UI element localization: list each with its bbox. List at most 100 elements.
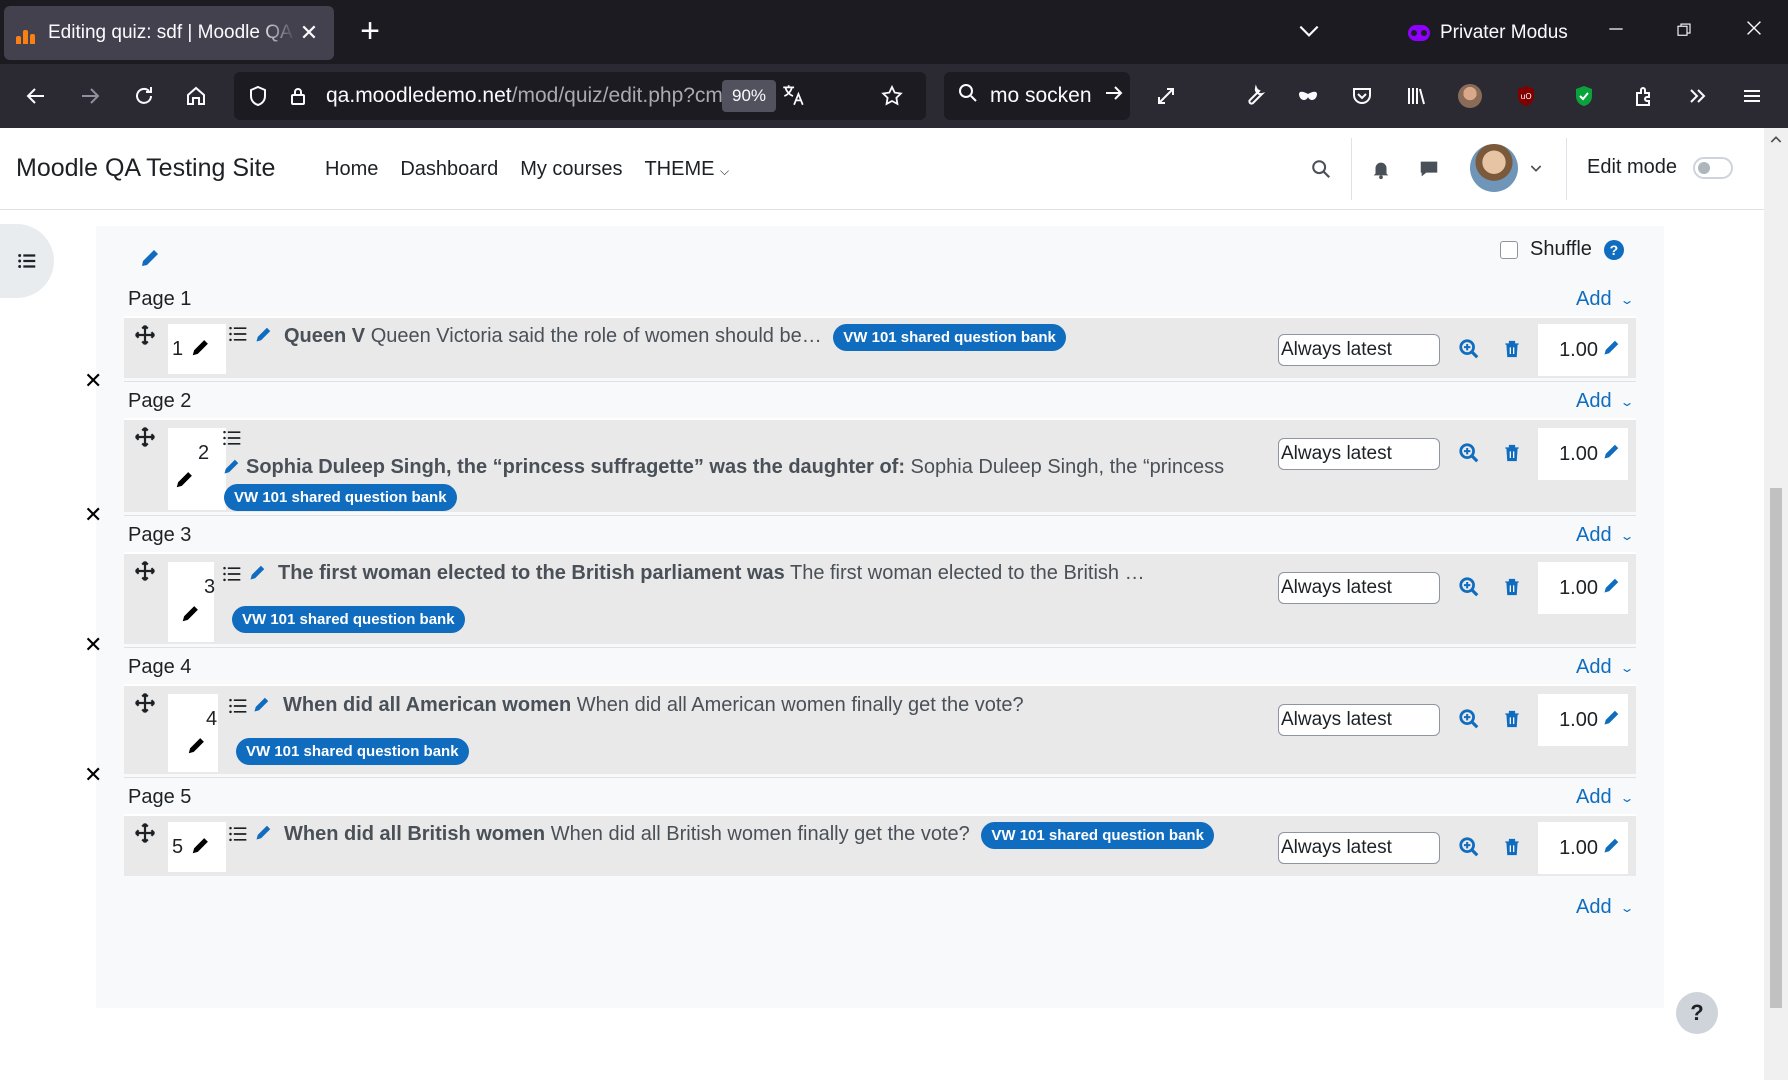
max-mark[interactable]: 1.00 bbox=[1538, 694, 1628, 746]
pencil-icon[interactable] bbox=[1602, 575, 1622, 601]
browser-tab[interactable]: Editing quiz: sdf | Moodle QA Testing Si… bbox=[4, 6, 334, 60]
pencil-icon[interactable] bbox=[254, 324, 274, 349]
mask-icon[interactable] bbox=[1290, 78, 1326, 114]
minimize-button[interactable] bbox=[1596, 14, 1636, 50]
max-mark[interactable]: 1.00 bbox=[1538, 324, 1628, 376]
back-icon[interactable] bbox=[18, 78, 54, 114]
chat-icon[interactable] bbox=[1418, 158, 1440, 185]
move-icon[interactable] bbox=[134, 692, 156, 719]
close-window-button[interactable] bbox=[1734, 14, 1774, 50]
magnifier-plus-icon[interactable] bbox=[1458, 338, 1480, 365]
avatar[interactable] bbox=[1470, 144, 1518, 192]
pencil-icon[interactable] bbox=[138, 246, 162, 275]
magnifier-plus-icon[interactable] bbox=[1458, 836, 1480, 863]
pencil-icon[interactable] bbox=[1602, 337, 1622, 363]
tabs-dropdown-icon[interactable] bbox=[1296, 18, 1324, 46]
shield-icon[interactable] bbox=[246, 84, 270, 114]
add-menu[interactable]: Add ⌄ bbox=[1576, 524, 1634, 547]
url-bar[interactable]: qa.moodledemo.net/mod/quiz/edit.php?cmid… bbox=[234, 72, 926, 120]
arrow-right-icon[interactable] bbox=[1102, 81, 1126, 111]
overflow-icon[interactable] bbox=[1680, 78, 1716, 114]
remove-page-break-icon[interactable]: ✕ bbox=[84, 762, 102, 788]
max-mark[interactable]: 1.00 bbox=[1538, 428, 1628, 480]
pocket-icon[interactable] bbox=[1344, 78, 1380, 114]
shield-green-icon[interactable] bbox=[1566, 78, 1602, 114]
move-icon[interactable] bbox=[134, 822, 156, 849]
question-text[interactable]: When did all British women When did all … bbox=[284, 822, 1214, 849]
url-text[interactable]: qa.moodledemo.net/mod/quiz/edit.php?cmid… bbox=[326, 84, 766, 108]
pencil-icon[interactable] bbox=[222, 456, 242, 481]
move-icon[interactable] bbox=[134, 324, 156, 351]
max-mark[interactable]: 1.00 bbox=[1538, 562, 1628, 614]
nav-my-courses[interactable]: My courses bbox=[520, 158, 622, 181]
search-bar[interactable]: mo socken bbox=[944, 72, 1130, 120]
add-menu[interactable]: Add ⌄ bbox=[1576, 390, 1634, 413]
trash-icon[interactable] bbox=[1502, 576, 1522, 603]
trash-icon[interactable] bbox=[1502, 338, 1522, 365]
trash-icon[interactable] bbox=[1502, 836, 1522, 863]
magnifier-plus-icon[interactable] bbox=[1458, 708, 1480, 735]
new-tab-button[interactable]: + bbox=[352, 14, 388, 50]
version-select[interactable]: Always latest bbox=[1278, 832, 1440, 864]
zoom-indicator[interactable]: 90% bbox=[722, 80, 777, 112]
edit-mode-switch[interactable]: Edit mode bbox=[1587, 156, 1734, 179]
trash-icon[interactable] bbox=[1502, 442, 1522, 469]
question-text[interactable]: When did all American women When did all… bbox=[283, 694, 1024, 717]
reload-icon[interactable] bbox=[126, 78, 162, 114]
pencil-icon[interactable] bbox=[180, 602, 202, 630]
nav-home[interactable]: Home bbox=[325, 158, 378, 181]
magnifier-plus-icon[interactable] bbox=[1458, 442, 1480, 469]
page-scrollbar[interactable] bbox=[1764, 128, 1788, 1080]
pencil-icon[interactable] bbox=[190, 336, 212, 364]
forward-icon[interactable] bbox=[72, 78, 108, 114]
pencil-icon[interactable] bbox=[190, 834, 212, 862]
restore-button[interactable] bbox=[1664, 14, 1704, 50]
move-icon[interactable] bbox=[134, 426, 156, 453]
version-select[interactable]: Always latest bbox=[1278, 438, 1440, 470]
add-menu[interactable]: Add ⌄ bbox=[1576, 896, 1634, 919]
pencil-icon[interactable] bbox=[248, 562, 268, 587]
help-button[interactable]: ? bbox=[1676, 992, 1718, 1034]
scroll-up-icon[interactable] bbox=[1768, 132, 1784, 153]
pencil-icon[interactable] bbox=[1602, 441, 1622, 467]
tab-close-icon[interactable]: ✕ bbox=[296, 20, 322, 46]
remove-page-break-icon[interactable]: ✕ bbox=[84, 502, 102, 528]
remove-page-break-icon[interactable]: ✕ bbox=[84, 368, 102, 394]
chevron-down-icon[interactable] bbox=[1528, 160, 1544, 181]
magnifier-plus-icon[interactable] bbox=[1458, 576, 1480, 603]
version-select[interactable]: Always latest bbox=[1278, 572, 1440, 604]
add-menu[interactable]: Add ⌄ bbox=[1576, 786, 1634, 809]
add-menu[interactable]: Add ⌄ bbox=[1576, 656, 1634, 679]
course-index-toggle[interactable] bbox=[0, 224, 54, 298]
pencil-icon[interactable] bbox=[254, 822, 274, 847]
nav-theme[interactable]: THEME ⌵ bbox=[644, 158, 729, 181]
max-mark[interactable]: 1.00 bbox=[1538, 822, 1628, 874]
home-icon[interactable] bbox=[178, 78, 214, 114]
question-text[interactable]: Sophia Duleep Singh, the “princess suffr… bbox=[246, 456, 1266, 479]
expand-icon[interactable] bbox=[1148, 78, 1184, 114]
help-icon[interactable]: ? bbox=[1603, 239, 1624, 260]
shuffle-checkbox[interactable] bbox=[1500, 240, 1518, 259]
ublock-icon[interactable]: uO bbox=[1508, 78, 1544, 114]
pencil-icon[interactable] bbox=[1602, 707, 1622, 733]
library-icon[interactable] bbox=[1398, 78, 1434, 114]
pencil-icon[interactable] bbox=[174, 468, 196, 496]
translate-icon[interactable] bbox=[780, 82, 806, 114]
star-icon[interactable] bbox=[880, 84, 904, 114]
site-name[interactable]: Moodle QA Testing Site bbox=[16, 154, 275, 183]
pencil-icon[interactable] bbox=[186, 734, 208, 762]
question-text[interactable]: Queen V Queen Victoria said the role of … bbox=[284, 324, 1066, 351]
remove-page-break-icon[interactable]: ✕ bbox=[84, 632, 102, 658]
version-select[interactable]: Always latest bbox=[1278, 704, 1440, 736]
pencil-icon[interactable] bbox=[1602, 835, 1622, 861]
pencil-icon[interactable] bbox=[252, 694, 272, 719]
bell-icon[interactable] bbox=[1370, 158, 1392, 185]
menu-icon[interactable] bbox=[1734, 78, 1770, 114]
edit-mode-toggle[interactable] bbox=[1693, 156, 1734, 179]
nav-dashboard[interactable]: Dashboard bbox=[400, 158, 498, 181]
wrench-icon[interactable] bbox=[1236, 78, 1272, 114]
move-icon[interactable] bbox=[134, 560, 156, 587]
profile-icon[interactable] bbox=[1452, 78, 1488, 114]
version-select[interactable]: Always latest bbox=[1278, 334, 1440, 366]
lock-icon[interactable] bbox=[286, 84, 310, 114]
